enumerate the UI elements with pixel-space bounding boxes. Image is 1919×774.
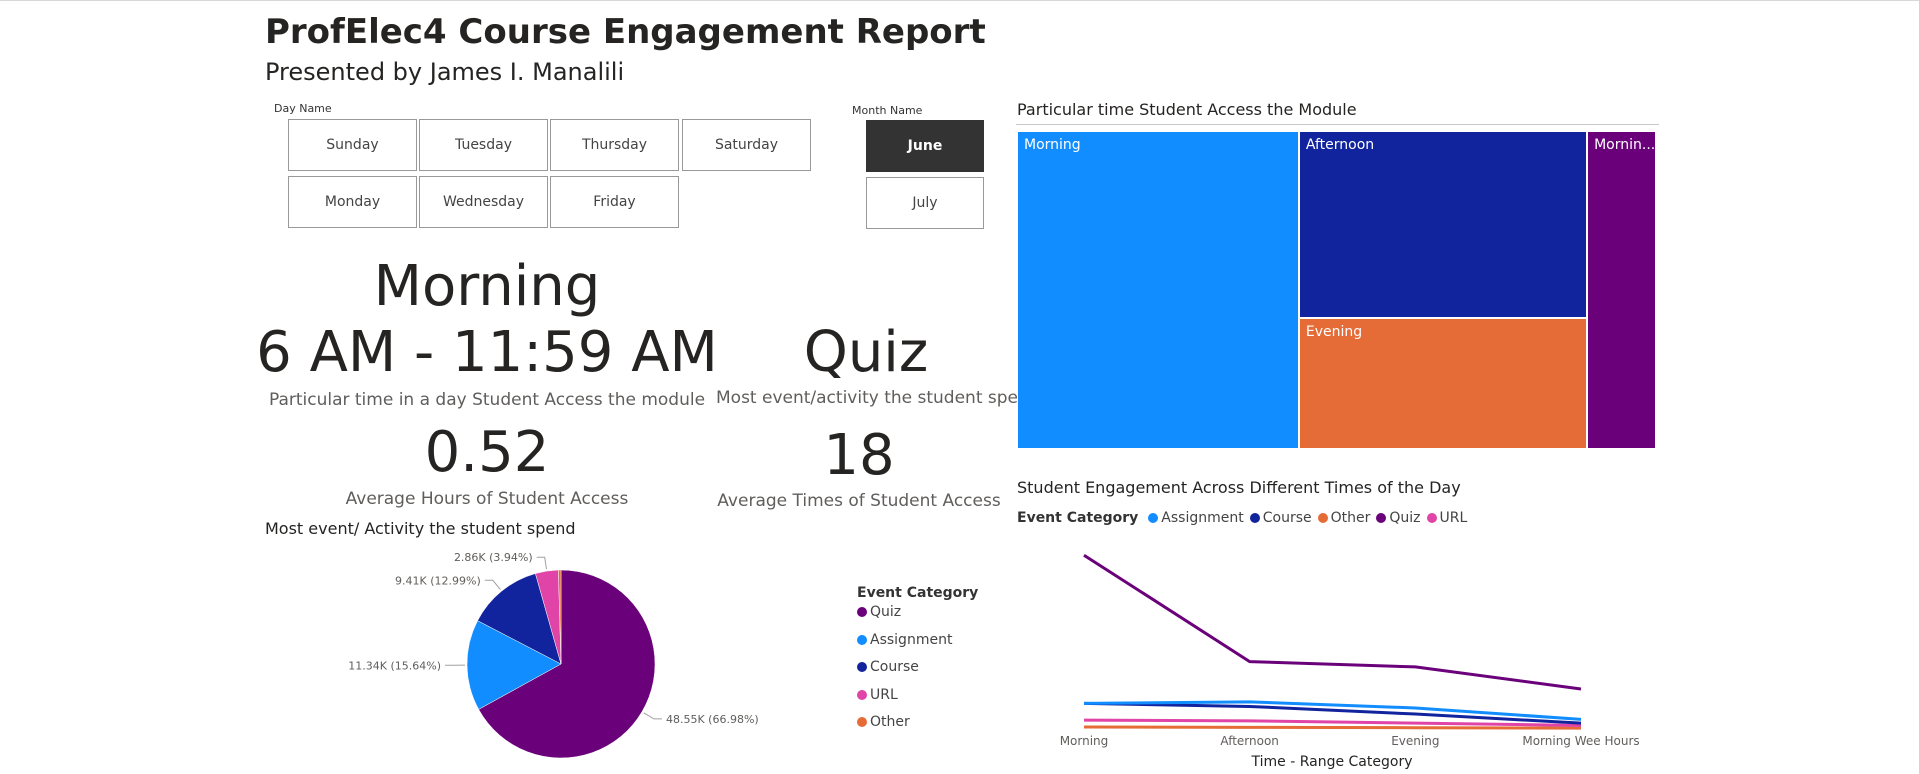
treemap-title: Particular time Student Access the Modul…	[1017, 100, 1357, 119]
day-tile-monday[interactable]: Monday	[288, 176, 417, 228]
treemap-cell-evening[interactable]: Evening	[1298, 317, 1588, 449]
line-legend-item[interactable]: URL	[1426, 510, 1468, 526]
legend-dot-icon	[1249, 513, 1260, 523]
day-tile-sunday[interactable]: Sunday	[288, 119, 417, 171]
day-tile-friday[interactable]: Friday	[550, 176, 679, 228]
line-legend-label: Course	[1262, 510, 1312, 526]
treemap-cell-morning[interactable]: Morning	[1017, 131, 1299, 449]
pie-leader-line	[643, 712, 662, 720]
pie-leader-line	[536, 556, 547, 570]
activity-card-value: Quiz	[803, 320, 929, 385]
legend-dot-icon	[857, 662, 867, 672]
pie-legend-label: URL	[870, 686, 898, 703]
legend-dot-icon	[857, 607, 867, 617]
line-series-url[interactable]	[1083, 718, 1582, 727]
pie-data-label: 11.34K (15.64%)	[348, 659, 441, 672]
report-title: ProfElec4 Course Engagement Report	[265, 12, 986, 52]
time-card-value-line1: Morning	[373, 254, 601, 319]
legend-dot-icon	[857, 689, 867, 700]
line-legend-label: Other	[1330, 510, 1371, 526]
line-legend-item[interactable]: Assignment	[1148, 510, 1244, 526]
x-tick-label: Morning Wee Hours	[1522, 734, 1639, 748]
pie-legend-label: Course	[870, 659, 919, 675]
legend-dot-icon	[1148, 513, 1159, 523]
pie-chart-legend: Event Category Quiz Assignment Course UR…	[857, 585, 978, 742]
month-tile-july[interactable]: July	[866, 177, 984, 229]
legend-dot-icon	[857, 634, 867, 645]
line-series-other[interactable]	[1083, 725, 1582, 730]
line-series-quiz[interactable]	[1083, 553, 1582, 691]
pie-legend-label: Assignment	[870, 631, 953, 648]
treemap-label-evening: Evening	[1305, 323, 1363, 340]
treemap-title-rule	[1016, 124, 1659, 125]
line-legend-item[interactable]: Course	[1249, 510, 1312, 526]
line-legend-label: Quiz	[1389, 510, 1421, 526]
day-tile-thursday[interactable]: Thursday	[550, 119, 679, 171]
legend-dot-icon	[1426, 513, 1437, 523]
line-legend-item[interactable]: Other	[1317, 510, 1371, 526]
line-legend-label: Assignment	[1161, 510, 1244, 526]
pie-chart: 48.55K (66.98%) 11.34K (15.64%) 9.41K (12.…	[348, 551, 759, 759]
line-legend-title: Event Category	[1017, 510, 1139, 526]
line-chart-title: Student Engagement Across Different Time…	[1017, 478, 1461, 497]
avg-times-value: 18	[823, 423, 895, 488]
day-tile-wednesday[interactable]: Wednesday	[419, 176, 548, 228]
treemap-cell-afternoon[interactable]: Afternoon	[1298, 131, 1588, 318]
day-tile-saturday[interactable]: Saturday	[682, 119, 811, 171]
top-border	[0, 0, 1919, 1]
pie-legend-title: Event Category	[857, 585, 979, 601]
line-chart: Morning Afternoon Evening Morning Wee Hours…	[1060, 553, 1640, 770]
month-slicer-label: Month Name	[852, 104, 923, 117]
treemap-cell-morning-wee-hours[interactable]: Mornin...	[1587, 131, 1656, 449]
pie-legend-item[interactable]: Course	[857, 659, 978, 687]
pie-chart-title: Most event/ Activity the student spend	[265, 519, 576, 538]
day-tile-tuesday[interactable]: Tuesday	[419, 119, 548, 171]
pie-legend-item[interactable]: Quiz	[857, 604, 978, 632]
x-tick-label: Evening	[1391, 734, 1439, 748]
avg-hours-value: 0.52	[424, 420, 550, 485]
report-subtitle: Presented by James I. Manalili	[265, 58, 625, 86]
day-slicer-label: Day Name	[274, 102, 332, 115]
pie-legend-label: Other	[870, 714, 910, 730]
avg-hours-caption: Average Hours of Student Access	[345, 489, 629, 509]
pie-legend-item[interactable]: URL	[857, 687, 978, 715]
treemap-label-morning: Morning	[1024, 137, 1081, 153]
pie-data-label: 48.55K (66.98%)	[666, 713, 759, 726]
x-tick-label: Afternoon	[1220, 734, 1279, 748]
treemap: Morning Afternoon Evening Mornin...	[1017, 131, 1656, 449]
activity-card-caption: Most event/activity the student spend	[716, 388, 1040, 408]
legend-dot-icon	[1376, 513, 1387, 523]
avg-times-caption: Average Times of Student Access	[717, 491, 1001, 511]
pie-legend-item[interactable]: Other	[857, 714, 978, 742]
pie-legend-label: Quiz	[870, 604, 902, 620]
line-legend-item[interactable]: Quiz	[1376, 510, 1421, 526]
pie-legend-item[interactable]: Assignment	[857, 632, 978, 660]
treemap-label-morning-wee-hours: Mornin...	[1594, 137, 1656, 153]
line-legend-label: URL	[1439, 510, 1468, 526]
month-tile-june[interactable]: June	[866, 120, 984, 172]
x-tick-label: Morning	[1060, 734, 1109, 748]
time-card-value-line2: 6 AM - 11:59 AM	[256, 320, 718, 385]
line-chart-legend: Event Category Assignment Course Other Q…	[1017, 510, 1467, 526]
time-card-caption: Particular time in a day Student Access …	[268, 390, 706, 410]
treemap-label-afternoon: Afternoon	[1305, 137, 1375, 153]
pie-leader-line	[484, 579, 501, 590]
legend-dot-icon	[1317, 513, 1328, 523]
pie-data-label: 2.86K (3.94%)	[454, 551, 533, 564]
legend-dot-icon	[857, 717, 867, 727]
x-axis-label: Time - Range Category	[1251, 754, 1413, 770]
pie-data-label: 9.41K (12.99%)	[395, 574, 481, 587]
